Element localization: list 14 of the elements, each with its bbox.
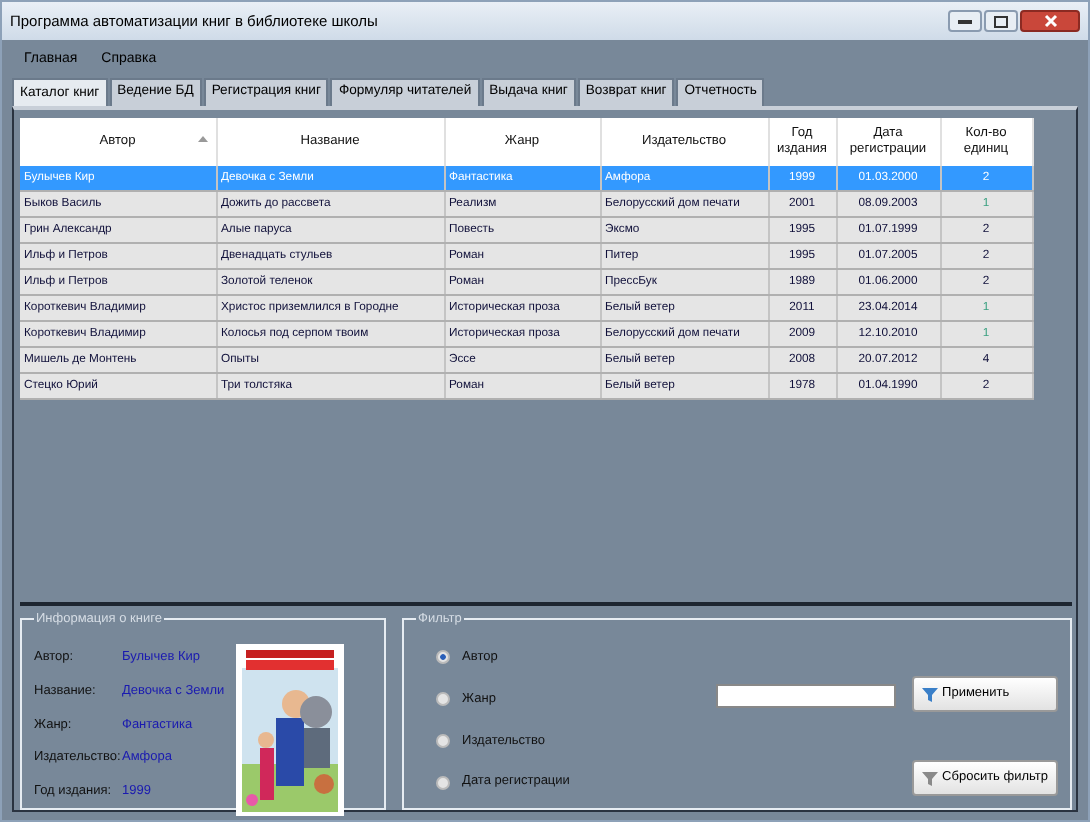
sort-arrow-icon xyxy=(197,135,207,142)
radio-button[interactable] xyxy=(436,733,451,748)
minimize-icon xyxy=(958,18,972,24)
radio-button[interactable] xyxy=(436,692,451,707)
radio-button[interactable] xyxy=(436,650,451,665)
filter-icon xyxy=(922,770,939,787)
radio-button[interactable] xyxy=(436,775,451,790)
filter-input-field[interactable] xyxy=(716,684,897,708)
minimize-button[interactable] xyxy=(948,10,982,32)
filter-icon xyxy=(922,685,939,702)
close-icon xyxy=(1043,14,1057,28)
maximize-button[interactable] xyxy=(984,10,1018,32)
close-button[interactable] xyxy=(1020,10,1080,32)
maximize-icon xyxy=(994,15,1008,27)
